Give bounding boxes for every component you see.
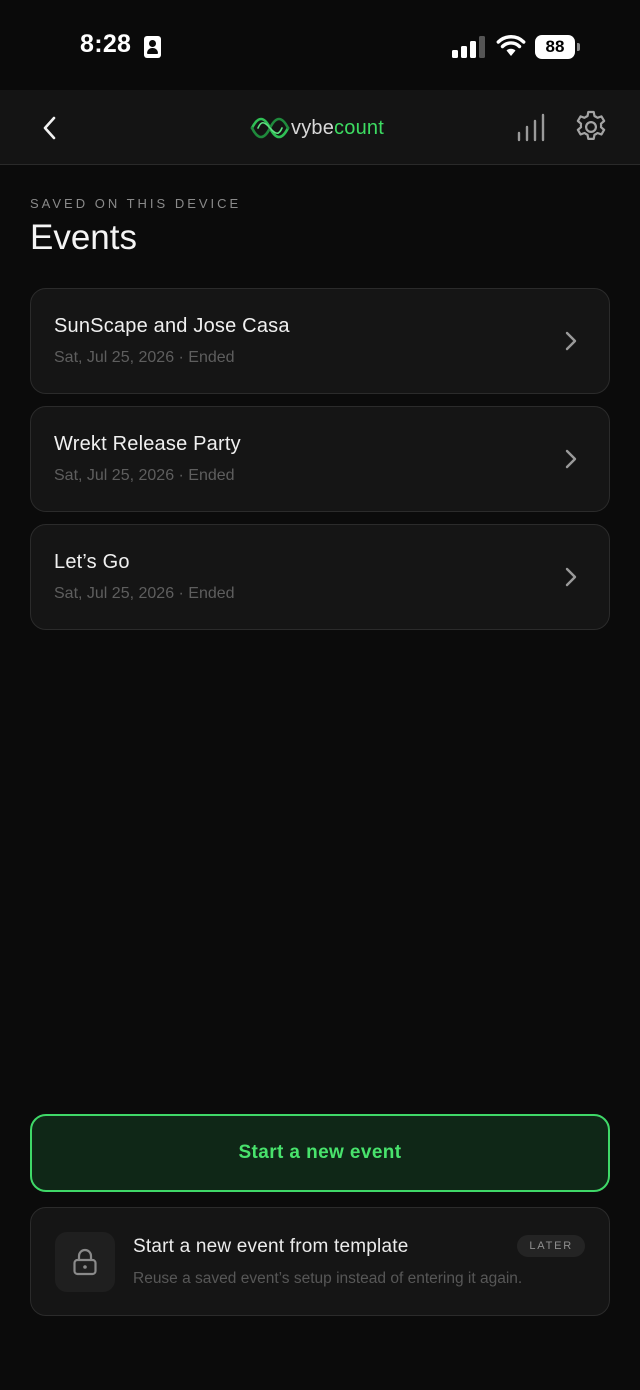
chevron-left-icon [43, 116, 56, 140]
gear-icon [576, 110, 606, 140]
lock-icon [73, 1248, 97, 1276]
status-time: 8:28 [80, 30, 132, 58]
event-list: SunScape and Jose Casa Sat, Jul 25, 2026… [30, 288, 610, 642]
event-meta: Sat, Jul 25, 2026 · Ended [54, 349, 235, 366]
bar-chart-icon [517, 113, 545, 142]
later-badge: LATER [517, 1235, 585, 1257]
event-card[interactable]: SunScape and Jose Casa Sat, Jul 25, 2026… [30, 288, 610, 394]
battery-level: 88 [545, 37, 565, 56]
battery-icon: 88 [535, 35, 575, 59]
template-title: Start a new event from template [133, 1236, 409, 1257]
lock-tile [55, 1232, 115, 1292]
event-name: Let’s Go [54, 551, 130, 573]
template-description: Reuse a saved event’s setup instead of e… [133, 1270, 523, 1287]
wifi-icon [496, 35, 526, 56]
cellular-signal-icon [452, 36, 486, 58]
page-title: Events [30, 218, 137, 257]
start-new-event-button[interactable]: Start a new event [30, 1114, 610, 1192]
template-card: Start a new event from template Reuse a … [30, 1207, 610, 1316]
chevron-right-icon [565, 567, 577, 587]
settings-button[interactable] [572, 108, 610, 146]
app-logo: vybe count [250, 114, 384, 142]
event-card[interactable]: Wrekt Release Party Sat, Jul 25, 2026 · … [30, 406, 610, 512]
status-bar: 8:28 88 [0, 0, 640, 90]
chevron-right-icon [565, 449, 577, 469]
event-meta: Sat, Jul 25, 2026 · Ended [54, 467, 235, 484]
events-screen: 8:28 88 vybe count SAVED ON THIS DEVICE … [0, 0, 640, 1390]
event-meta: Sat, Jul 25, 2026 · Ended [54, 585, 235, 602]
battery-tip [577, 43, 580, 51]
event-name: SunScape and Jose Casa [54, 315, 290, 337]
wave-logo-icon [250, 117, 290, 139]
stats-button[interactable] [512, 110, 548, 146]
event-card[interactable]: Let’s Go Sat, Jul 25, 2026 · Ended [30, 524, 610, 630]
nav-bar: vybe count [0, 90, 640, 165]
back-button[interactable] [30, 108, 70, 148]
chevron-right-icon [565, 331, 577, 351]
logo-text-suffix: count [334, 116, 384, 139]
event-name: Wrekt Release Party [54, 433, 241, 455]
contact-card-icon [144, 36, 161, 58]
section-eyebrow: SAVED ON THIS DEVICE [30, 196, 242, 211]
logo-text-prefix: vybe [291, 116, 335, 139]
